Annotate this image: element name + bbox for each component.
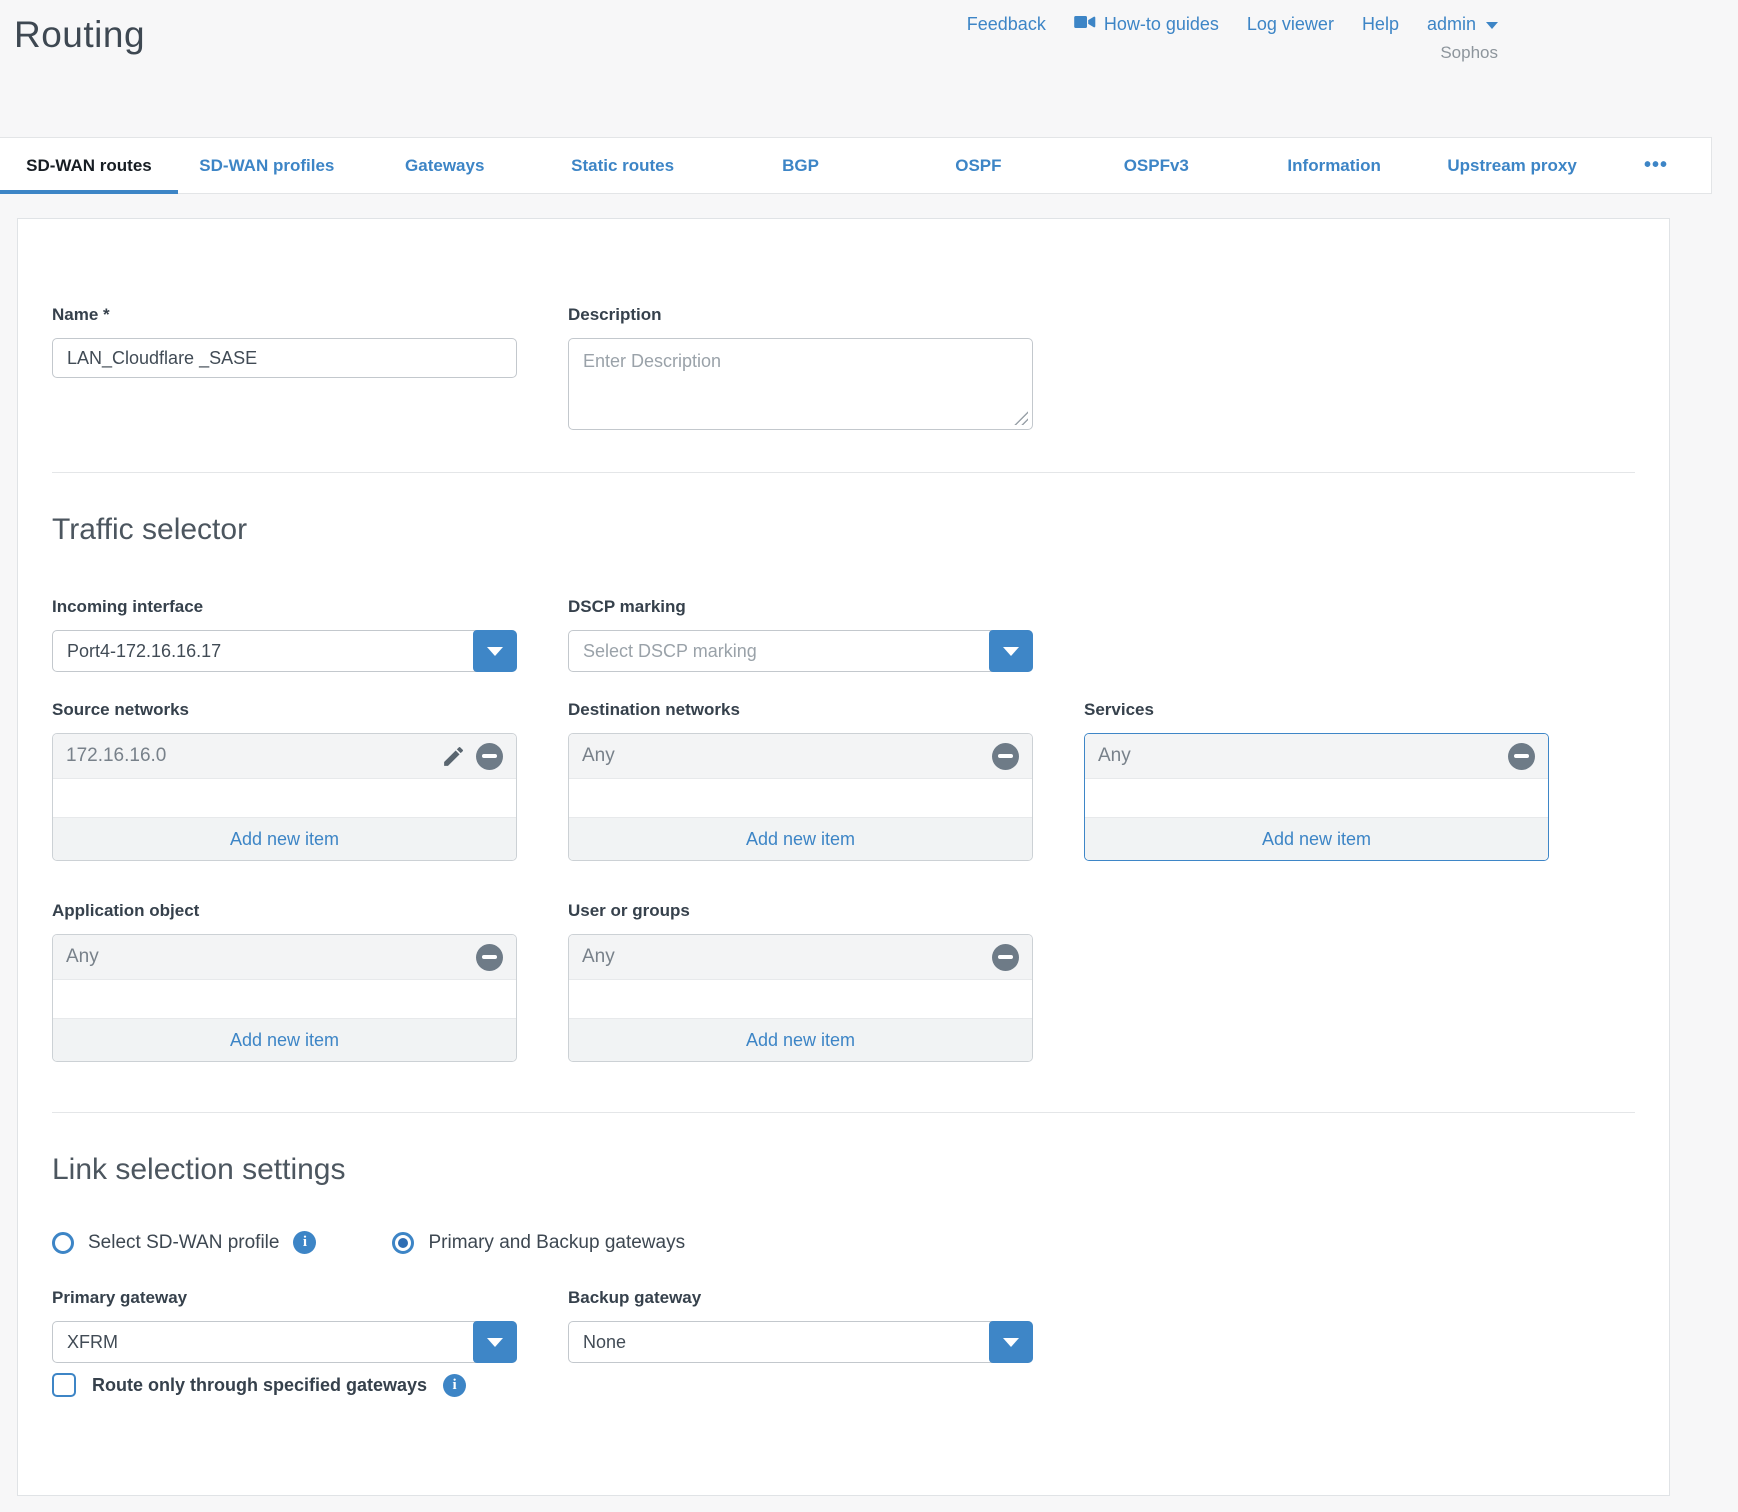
description-label: Description: [568, 305, 1033, 325]
edit-pencil-icon[interactable]: [441, 744, 466, 769]
services-label: Services: [1084, 700, 1549, 720]
chevron-down-icon: [487, 647, 503, 656]
log-viewer-link[interactable]: Log viewer: [1247, 14, 1334, 35]
backup-gateway-label: Backup gateway: [568, 1288, 1033, 1308]
add-new-item-button[interactable]: Add new item: [1085, 817, 1548, 860]
chevron-down-icon: [1003, 647, 1019, 656]
tab-gateways[interactable]: Gateways: [356, 138, 534, 193]
tab-upstream-proxy[interactable]: Upstream proxy: [1423, 138, 1601, 193]
chevron-down-icon: [487, 1338, 503, 1347]
admin-menu[interactable]: admin: [1427, 14, 1498, 35]
feedback-link[interactable]: Feedback: [967, 14, 1046, 35]
tab-ospf[interactable]: OSPF: [889, 138, 1067, 193]
dropdown-button[interactable]: [473, 1321, 517, 1363]
remove-item-icon[interactable]: [476, 944, 503, 971]
video-camera-icon: [1074, 14, 1096, 35]
radio-primary-backup-gateways[interactable]: Primary and Backup gateways: [392, 1232, 685, 1254]
howto-guides-link[interactable]: How-to guides: [1074, 14, 1219, 35]
add-new-item-button[interactable]: Add new item: [53, 1018, 516, 1061]
tab-sdwan-routes[interactable]: SD-WAN routes: [0, 138, 178, 193]
incoming-interface-select[interactable]: Port4-172.16.16.17: [52, 630, 517, 672]
tab-sdwan-profiles[interactable]: SD-WAN profiles: [178, 138, 356, 193]
dropdown-button[interactable]: [473, 630, 517, 672]
radio-selected-icon[interactable]: [392, 1232, 414, 1254]
traffic-selector-title: Traffic selector: [52, 513, 1635, 547]
remove-item-icon[interactable]: [1508, 743, 1535, 770]
user-or-groups-label: User or groups: [568, 901, 1033, 921]
page-header: Routing Feedback How-to guides Log viewe…: [0, 0, 1738, 137]
list-item: 172.16.16.0: [53, 734, 516, 779]
primary-gateway-select[interactable]: XFRM: [52, 1321, 517, 1363]
info-icon[interactable]: i: [443, 1374, 466, 1397]
add-new-item-button[interactable]: Add new item: [569, 1018, 1032, 1061]
backup-gateway-select[interactable]: None: [568, 1321, 1033, 1363]
list-item: Any: [569, 734, 1032, 779]
dscp-marking-label: DSCP marking: [568, 597, 1033, 617]
header-links: Feedback How-to guides Log viewer Help a…: [967, 14, 1498, 35]
services-listbox: Any Add new item: [1084, 733, 1549, 861]
application-object-label: Application object: [52, 901, 517, 921]
dscp-marking-select[interactable]: Select DSCP marking: [568, 630, 1033, 672]
remove-item-icon[interactable]: [992, 743, 1019, 770]
description-textarea[interactable]: [568, 338, 1033, 430]
destination-networks-listbox: Any Add new item: [568, 733, 1033, 861]
destination-networks-label: Destination networks: [568, 700, 1033, 720]
link-selection-title: Link selection settings: [52, 1153, 1635, 1187]
tab-overflow-menu[interactable]: •••: [1601, 138, 1711, 193]
brand-label: Sophos: [967, 43, 1498, 63]
dropdown-button[interactable]: [989, 630, 1033, 672]
name-label: Name *: [52, 305, 517, 325]
tab-bgp[interactable]: BGP: [712, 138, 890, 193]
name-input[interactable]: [52, 338, 517, 378]
chevron-down-icon: [1486, 22, 1498, 29]
section-divider: [52, 472, 1635, 473]
route-only-checkbox[interactable]: [52, 1373, 76, 1397]
tab-information[interactable]: Information: [1245, 138, 1423, 193]
help-link[interactable]: Help: [1362, 14, 1399, 35]
section-divider: [52, 1112, 1635, 1113]
radio-icon[interactable]: [52, 1232, 74, 1254]
list-item: Any: [53, 935, 516, 980]
primary-gateway-label: Primary gateway: [52, 1288, 517, 1308]
tab-ospfv3[interactable]: OSPFv3: [1067, 138, 1245, 193]
source-networks-label: Source networks: [52, 700, 517, 720]
add-new-item-button[interactable]: Add new item: [569, 817, 1032, 860]
route-only-label: Route only through specified gateways: [92, 1375, 427, 1396]
list-item: Any: [1085, 734, 1548, 779]
info-icon[interactable]: i: [293, 1231, 316, 1254]
header-right: Feedback How-to guides Log viewer Help a…: [967, 14, 1498, 63]
list-item: Any: [569, 935, 1032, 980]
remove-item-icon[interactable]: [476, 743, 503, 770]
add-new-item-button[interactable]: Add new item: [53, 817, 516, 860]
chevron-down-icon: [1003, 1338, 1019, 1347]
incoming-interface-label: Incoming interface: [52, 597, 517, 617]
source-networks-listbox: 172.16.16.0 Add new item: [52, 733, 517, 861]
remove-item-icon[interactable]: [992, 944, 1019, 971]
tab-static-routes[interactable]: Static routes: [534, 138, 712, 193]
user-or-groups-listbox: Any Add new item: [568, 934, 1033, 1062]
radio-select-sdwan-profile[interactable]: Select SD-WAN profile i: [52, 1231, 316, 1254]
tab-bar: SD-WAN routes SD-WAN profiles Gateways S…: [0, 137, 1712, 194]
sdwan-route-form-card: Name * Description Traffic selector Inco…: [17, 218, 1670, 1496]
dropdown-button[interactable]: [989, 1321, 1033, 1363]
application-object-listbox: Any Add new item: [52, 934, 517, 1062]
